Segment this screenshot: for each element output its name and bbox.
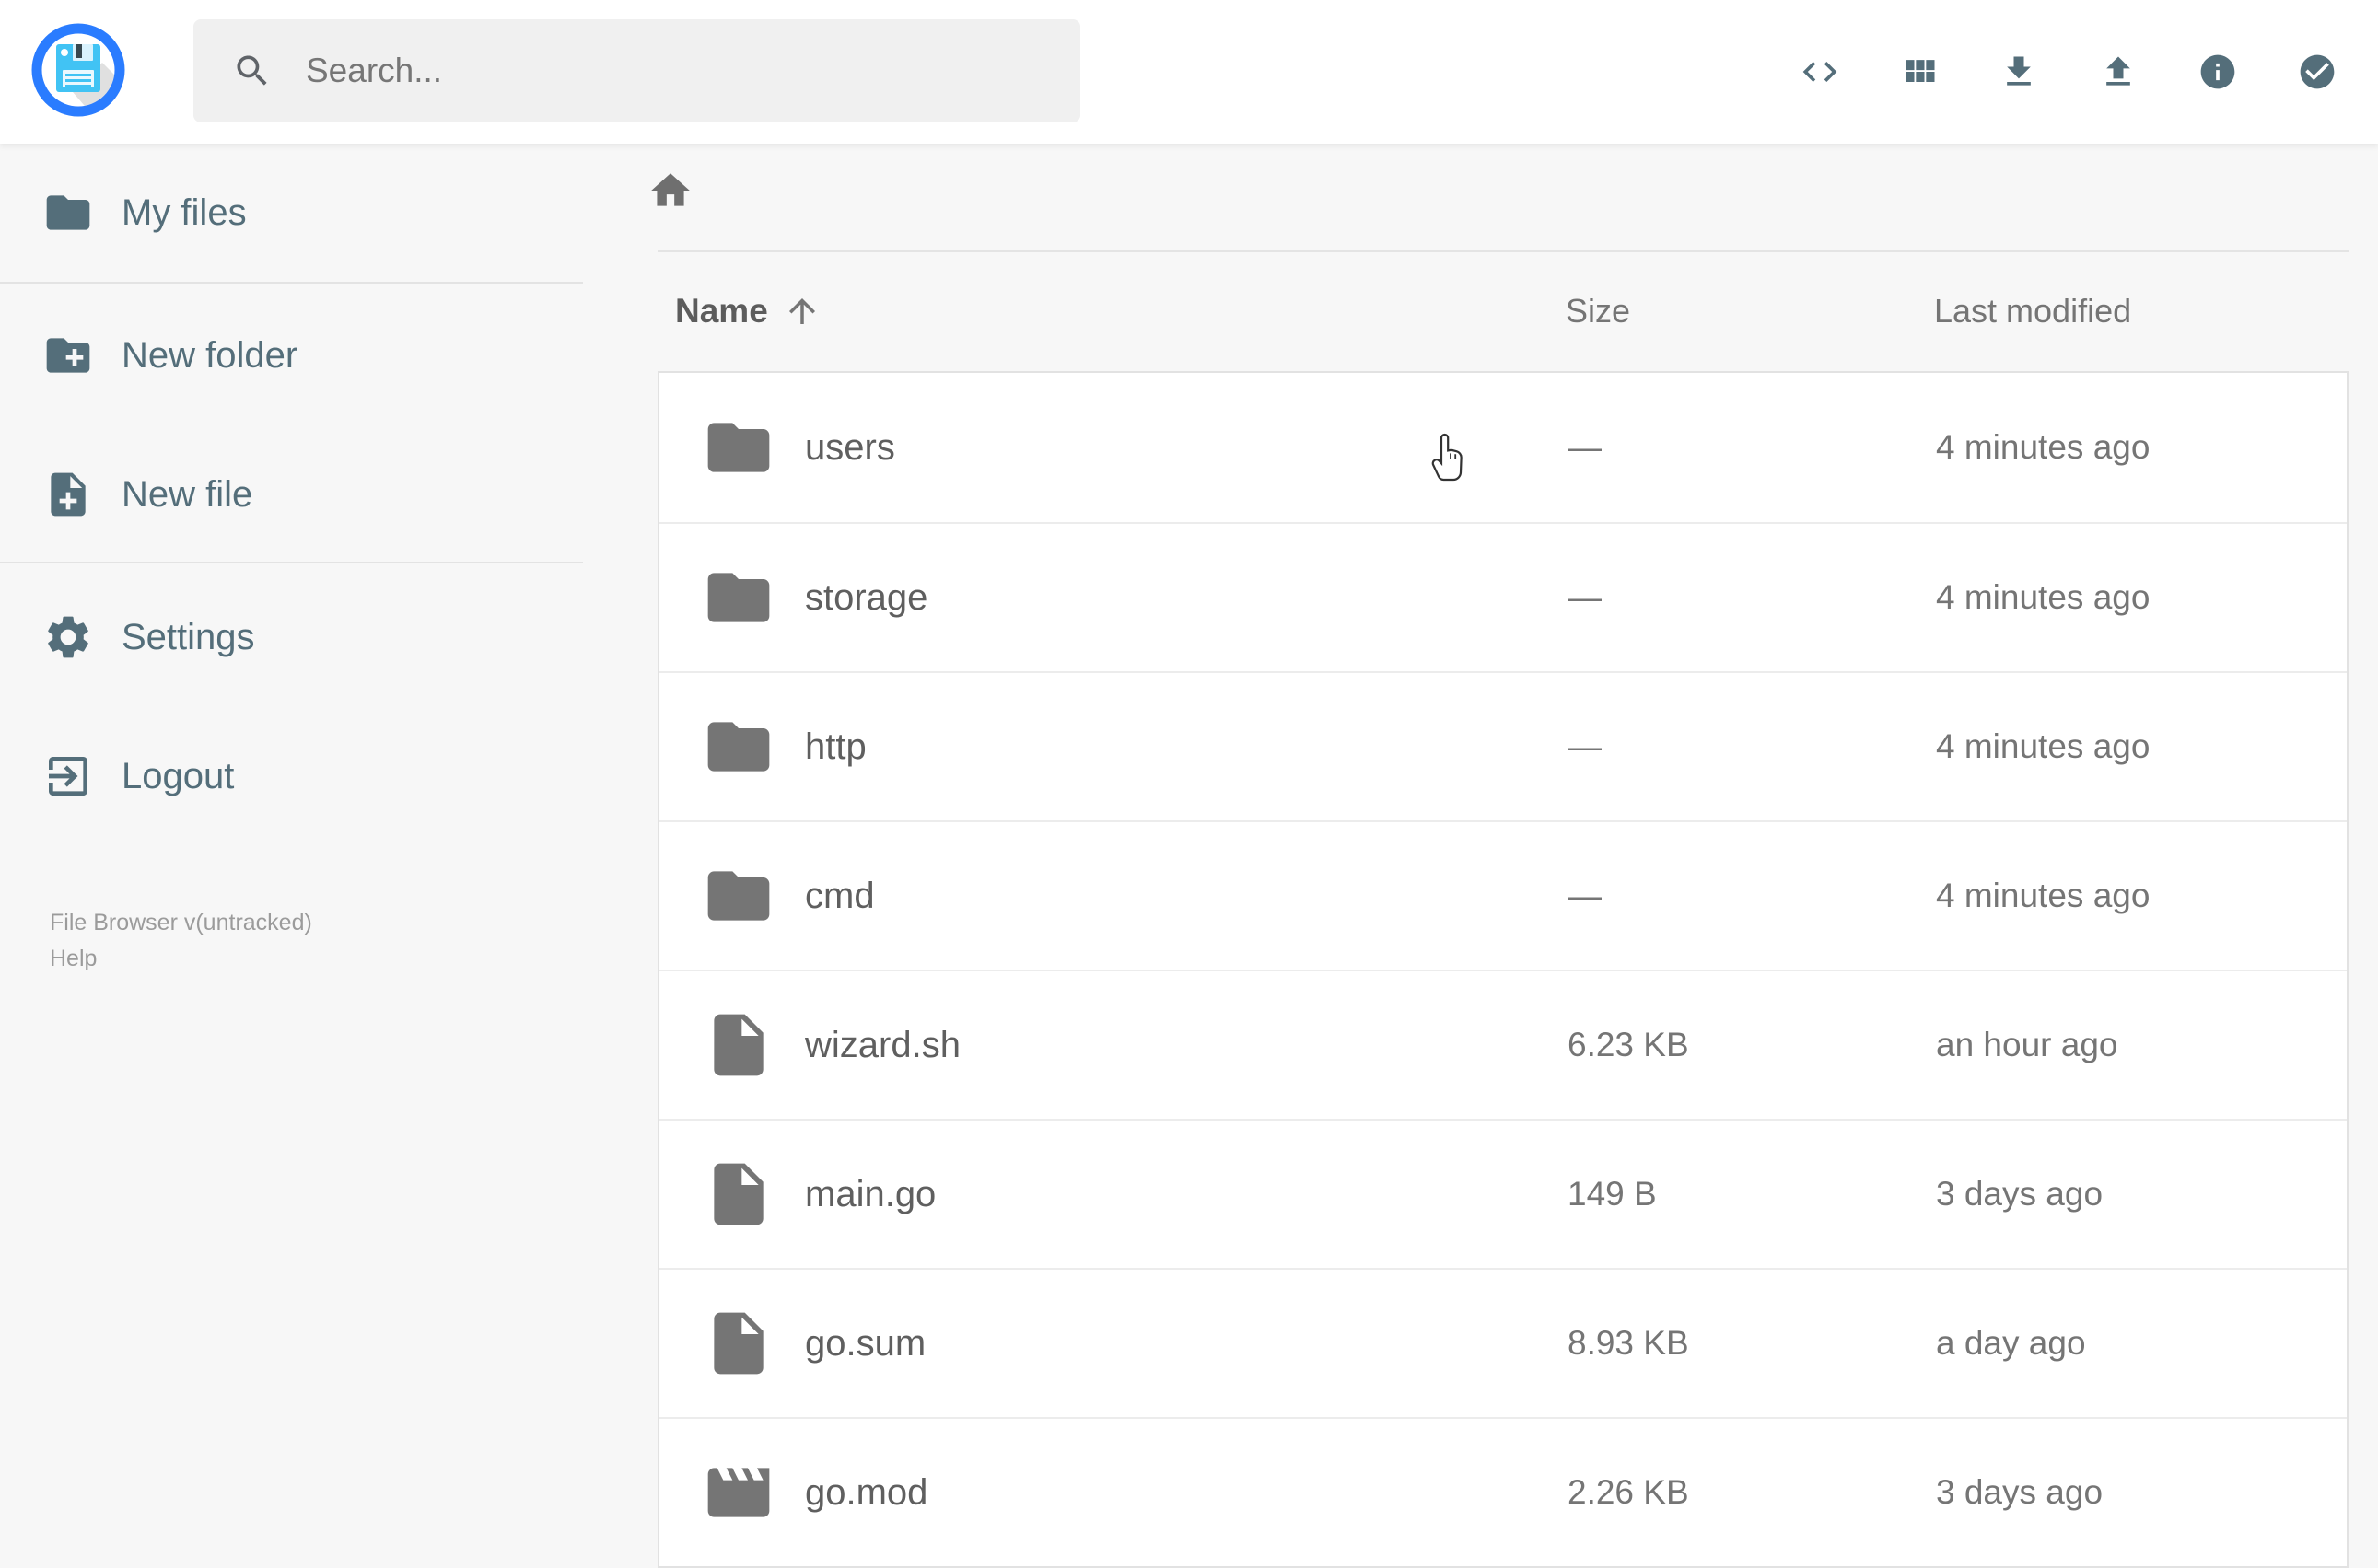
sidebar-item-new-folder[interactable]: New folder (42, 313, 297, 398)
sidebar-footer: File Browser v(untracked) Help (50, 910, 312, 972)
check-circle-icon[interactable] (2297, 52, 2337, 92)
file-modified: 4 minutes ago (1936, 428, 2151, 466)
sidebar-item-label: New folder (122, 334, 298, 376)
file-row-go.sum[interactable]: go.sum 8.93 KB a day ago (659, 1268, 2347, 1417)
file-row-storage[interactable]: storage — 4 minutes ago (659, 522, 2347, 671)
file-name-cell: wizard.sh (659, 1008, 1568, 1082)
app-logo-floppy-icon[interactable] (30, 22, 126, 118)
search-bar (193, 19, 1080, 122)
file-modified: a day ago (1936, 1324, 2086, 1362)
file-plus-icon (42, 469, 94, 520)
file-modified: 4 minutes ago (1936, 727, 2151, 765)
file-size: 149 B (1568, 1175, 1657, 1213)
sidebar-item-label: Settings (122, 616, 255, 657)
view-module-icon[interactable] (1899, 52, 1940, 92)
file-name: storage (805, 576, 928, 618)
file-modified: 4 minutes ago (1936, 877, 2151, 914)
toolbar-actions (1800, 0, 2337, 144)
file-name-cell: main.go (659, 1157, 1568, 1231)
file-size: 2.26 KB (1568, 1473, 1689, 1511)
sort-by-modified-header[interactable]: Last modified (1934, 292, 2349, 331)
breadcrumb-home-icon[interactable] (647, 168, 694, 214)
search-icon (232, 51, 273, 91)
gear-icon (42, 611, 94, 663)
file-icon (702, 1307, 775, 1380)
name-column-label: Name (675, 292, 768, 330)
sidebar-item-my-files[interactable]: My files (42, 170, 247, 255)
upload-icon[interactable] (2098, 52, 2139, 92)
file-name: cmd (805, 875, 875, 916)
sidebar-item-label: Logout (122, 755, 235, 796)
file-icon (702, 1157, 775, 1231)
file-size: 8.93 KB (1568, 1324, 1689, 1362)
folder-icon (702, 710, 775, 784)
search-input[interactable] (306, 52, 1080, 90)
file-size: — (1568, 877, 1602, 914)
logout-icon (42, 750, 94, 802)
sidebar-divider (0, 282, 583, 284)
folder-icon (702, 859, 775, 933)
list-header: Name Size Last modified (658, 252, 2349, 370)
file-name-cell: users (659, 411, 1568, 484)
sort-by-size-header[interactable]: Size (1566, 292, 1934, 331)
file-modified: an hour ago (1936, 1026, 2118, 1063)
file-name: go.sum (805, 1322, 927, 1364)
sort-by-name-header[interactable]: Name (658, 292, 1566, 331)
file-size: 6.23 KB (1568, 1026, 1689, 1063)
movie-icon (702, 1456, 775, 1529)
file-size: — (1568, 428, 1602, 466)
file-row-users[interactable]: users — 4 minutes ago (659, 373, 2347, 522)
file-row-http[interactable]: http — 4 minutes ago (659, 671, 2347, 820)
file-name: http (805, 726, 867, 767)
sort-ascending-arrow-up-icon (783, 292, 822, 331)
top-bar (0, 0, 2378, 144)
version-link[interactable]: File Browser v(untracked) (50, 910, 312, 936)
file-name-cell: http (659, 710, 1568, 784)
info-icon[interactable] (2197, 52, 2238, 92)
folder-plus-icon (42, 330, 94, 381)
sidebar-item-new-file[interactable]: New file (42, 452, 252, 537)
sidebar-item-label: New file (122, 473, 253, 515)
file-size: — (1568, 727, 1602, 765)
sidebar-divider (0, 562, 583, 563)
folder-icon (702, 411, 775, 484)
file-row-main.go[interactable]: main.go 149 B 3 days ago (659, 1119, 2347, 1268)
file-modified: 3 days ago (1936, 1473, 2104, 1511)
file-row-cmd[interactable]: cmd — 4 minutes ago (659, 820, 2347, 970)
code-icon[interactable] (1800, 52, 1840, 92)
folder-icon (42, 187, 94, 238)
file-modified: 3 days ago (1936, 1175, 2104, 1213)
sidebar-item-label: My files (122, 192, 247, 233)
file-name: wizard.sh (805, 1024, 961, 1065)
file-name-cell: storage (659, 561, 1568, 634)
file-row-wizard.sh[interactable]: wizard.sh 6.23 KB an hour ago (659, 970, 2347, 1119)
file-name-cell: cmd (659, 859, 1568, 933)
file-name-cell: go.sum (659, 1307, 1568, 1380)
file-icon (702, 1008, 775, 1082)
sidebar: File Browser v(untracked) Help My files N… (0, 144, 583, 1528)
sidebar-item-settings[interactable]: Settings (42, 595, 255, 679)
sidebar-item-logout[interactable]: Logout (42, 734, 234, 819)
folder-icon (702, 561, 775, 634)
file-modified: 4 minutes ago (1936, 578, 2151, 616)
file-size: — (1568, 578, 1602, 616)
download-icon[interactable] (1999, 52, 2039, 92)
file-name: main.go (805, 1173, 937, 1214)
file-name: users (805, 426, 895, 468)
main-content: Name Size Last modified users — 4 minutes … (583, 144, 2378, 1568)
help-link[interactable]: Help (50, 946, 312, 972)
file-name-cell: go.mod (659, 1456, 1568, 1529)
file-row-go.mod[interactable]: go.mod 2.26 KB 3 days ago (659, 1417, 2347, 1566)
file-listing: users — 4 minutes ago storage — 4 minutes ago… (658, 371, 2349, 1568)
file-name: go.mod (805, 1471, 928, 1513)
